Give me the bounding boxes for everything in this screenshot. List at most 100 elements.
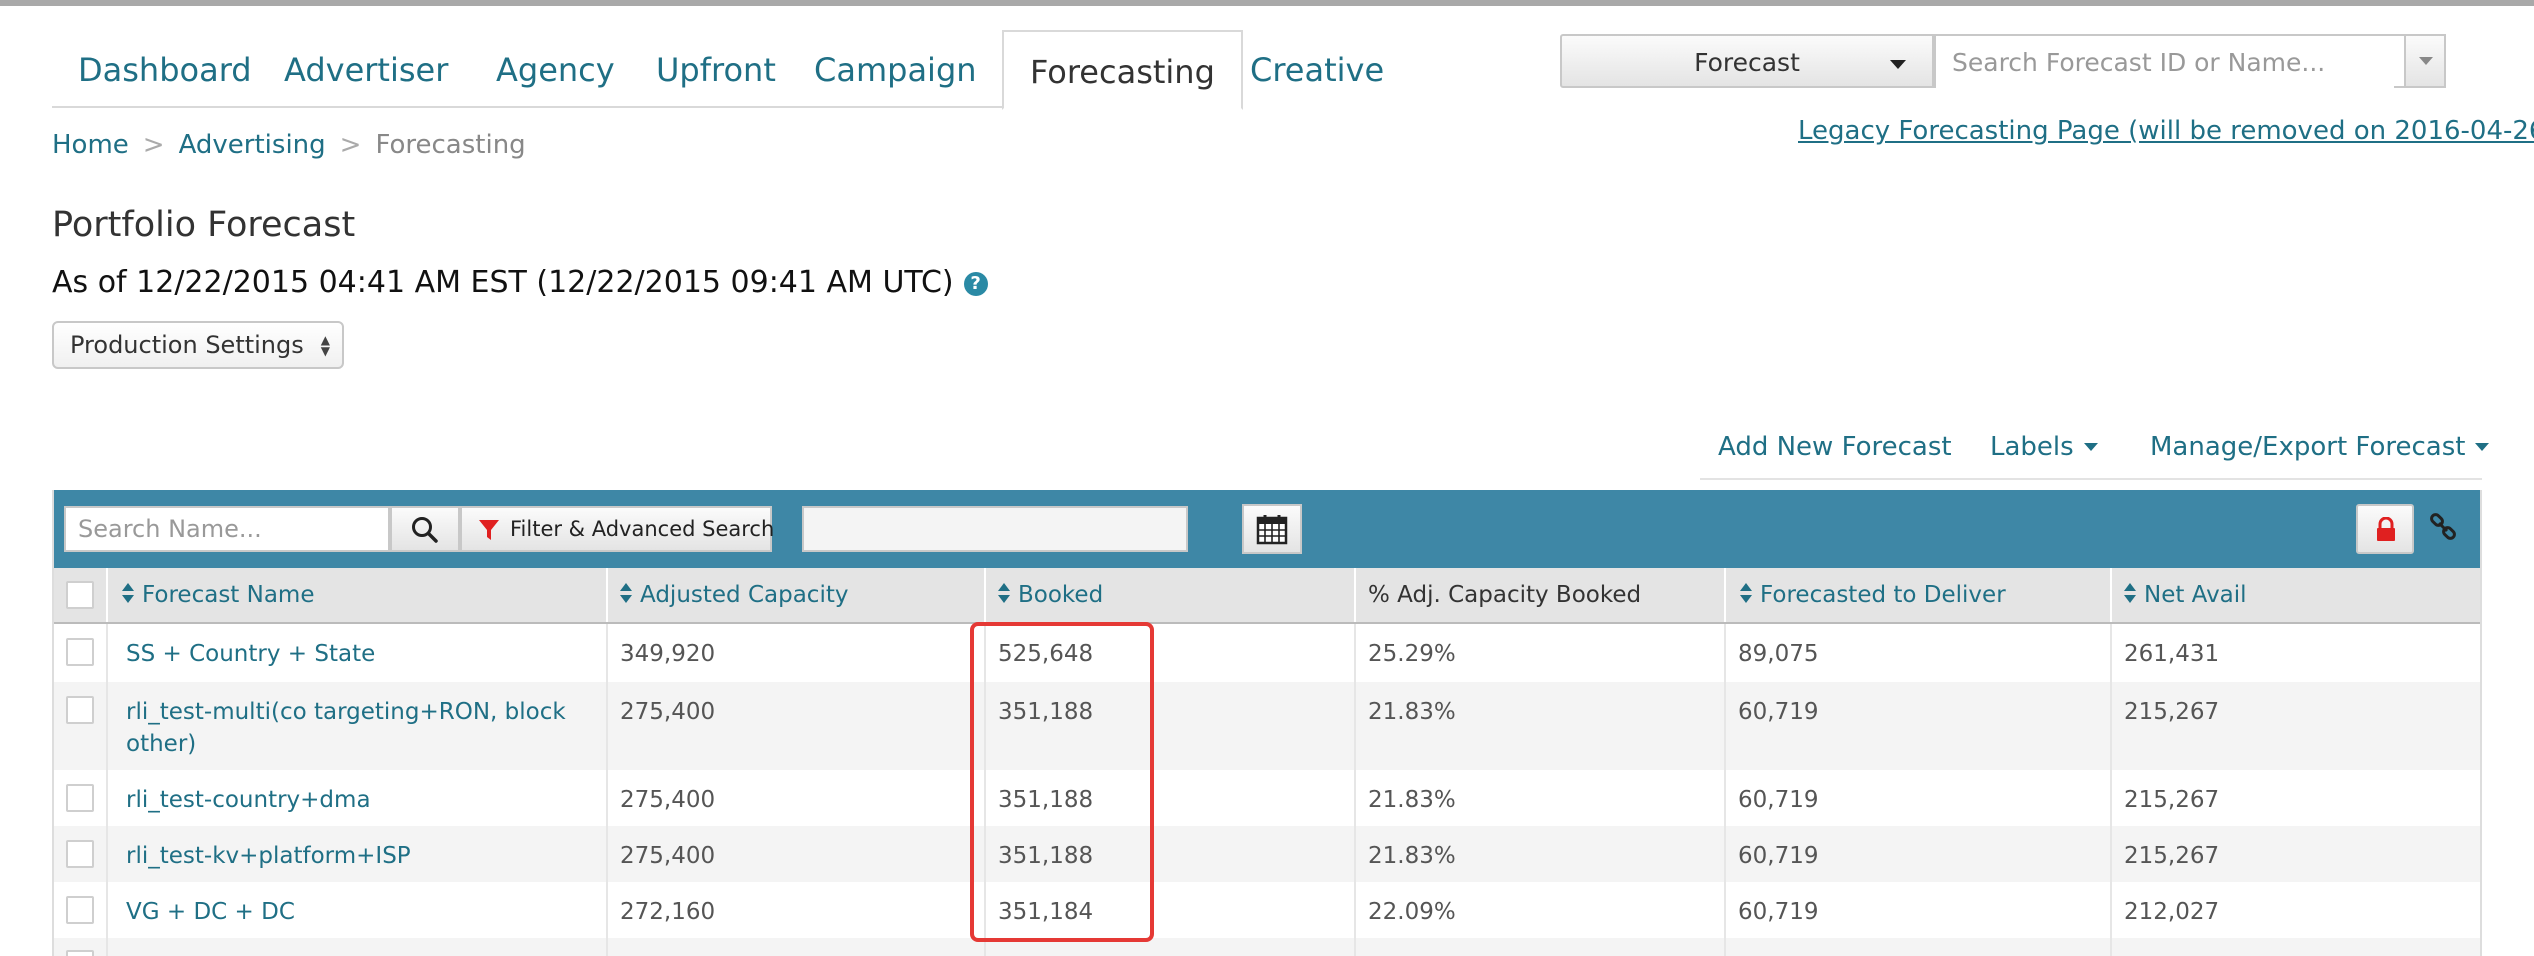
- grid-header: Forecast Name Adjusted Capacity Booked %…: [54, 568, 2480, 624]
- breadcrumb-current: Forecasting: [375, 130, 526, 160]
- tab-creative[interactable]: Creative: [1224, 30, 1410, 106]
- calendar-button[interactable]: [1242, 504, 1302, 554]
- search-scope-value: Forecast: [1694, 48, 1800, 77]
- top-border: [0, 0, 2534, 6]
- forecast-name-link[interactable]: rli_test-multi(co targeting+RON, block o…: [108, 682, 608, 770]
- row-checkbox[interactable]: [66, 638, 94, 666]
- labels-menu-label: Labels: [1990, 432, 2074, 462]
- updown-arrows-icon: ▲ ▼: [320, 333, 330, 358]
- tab-campaign[interactable]: Campaign: [788, 30, 1003, 106]
- sort-icon: [620, 582, 632, 605]
- breadcrumb-separator: >: [339, 130, 362, 160]
- adjusted-capacity-cell: 275,400: [608, 826, 986, 882]
- as-of-text: As of 12/22/2015 04:41 AM EST (12/22/201…: [52, 265, 954, 300]
- column-header-label: Forecast Name: [142, 582, 315, 608]
- column-header-label: Net Avail: [2144, 582, 2247, 608]
- labels-menu[interactable]: Labels: [1990, 432, 2098, 462]
- table-row: rli_test-country+dma 275,400 351,188 21.…: [54, 770, 2480, 826]
- empty-cell: [1726, 938, 2112, 956]
- sort-icon: [1740, 582, 1752, 605]
- breadcrumb-separator: >: [142, 130, 165, 160]
- as-of-line: As of 12/22/2015 04:41 AM EST (12/22/201…: [52, 265, 988, 300]
- date-range-input[interactable]: [802, 506, 1188, 552]
- forecast-search-box: [1934, 34, 2446, 88]
- column-header-net-avail[interactable]: Net Avail: [2112, 568, 2480, 622]
- row-checkbox[interactable]: [66, 950, 94, 956]
- forecasted-to-deliver-cell: 89,075: [1726, 624, 2112, 682]
- row-select-cell: [54, 770, 108, 826]
- link-icon[interactable]: [2428, 512, 2458, 542]
- calendar-icon: [1256, 515, 1288, 545]
- row-select-cell: [54, 826, 108, 882]
- table-row: [54, 938, 2480, 956]
- caret-down-icon: [1890, 60, 1906, 69]
- column-header-forecasted-to-deliver[interactable]: Forecasted to Deliver: [1726, 568, 2112, 622]
- search-dropdown-button[interactable]: [2404, 36, 2444, 86]
- row-select-cell: [54, 624, 108, 682]
- table-row: rli_test-multi(co targeting+RON, block o…: [54, 682, 2480, 770]
- adj-capacity-booked-cell: 21.83%: [1356, 770, 1726, 826]
- header-select-cell: [54, 568, 108, 622]
- net-avail-cell: 215,267: [2124, 699, 2220, 725]
- manage-export-menu[interactable]: Manage/Export Forecast: [2150, 432, 2490, 462]
- breadcrumb-home[interactable]: Home: [52, 130, 129, 160]
- grid-toolbar: Search Name... Filter & Advanced Search: [54, 490, 2480, 568]
- row-checkbox[interactable]: [66, 896, 94, 924]
- add-new-forecast-link[interactable]: Add New Forecast: [1718, 432, 1952, 462]
- manage-export-label: Manage/Export Forecast: [2150, 432, 2466, 462]
- lock-icon: [2377, 517, 2395, 541]
- filter-button-label: Filter & Advanced Search: [510, 517, 775, 541]
- search-button[interactable]: [390, 506, 460, 552]
- forecast-name-link[interactable]: rli_test-country+dma: [108, 770, 608, 826]
- adjusted-capacity-cell: 272,160: [608, 882, 986, 938]
- row-checkbox[interactable]: [66, 784, 94, 812]
- breadcrumb-advertising[interactable]: Advertising: [179, 130, 326, 160]
- forecasted-to-deliver-cell: 60,719: [1726, 770, 2112, 826]
- breadcrumb: Home > Advertising > Forecasting: [52, 130, 526, 160]
- forecast-search-input[interactable]: [1936, 36, 2394, 88]
- settings-select[interactable]: Production Settings ▲ ▼: [52, 321, 344, 369]
- forecasted-to-deliver-cell: 60,719: [1726, 882, 2112, 938]
- sort-icon: [122, 582, 134, 605]
- column-header-adj-capacity-booked: % Adj. Capacity Booked: [1356, 568, 1726, 622]
- row-checkbox[interactable]: [66, 696, 94, 724]
- sort-icon: [2124, 582, 2136, 605]
- forecasted-to-deliver-cell: 60,719: [1726, 682, 2112, 770]
- net-avail-cell: 212,027: [2124, 899, 2220, 925]
- forecast-name-link[interactable]: rli_test-kv+platform+ISP: [108, 826, 608, 882]
- filter-advanced-search-button[interactable]: Filter & Advanced Search: [460, 506, 775, 552]
- column-header-forecast-name[interactable]: Forecast Name: [108, 568, 608, 622]
- search-scope-select[interactable]: Forecast: [1560, 34, 1934, 88]
- select-all-checkbox[interactable]: [66, 581, 94, 609]
- column-header-adjusted-capacity[interactable]: Adjusted Capacity: [608, 568, 986, 622]
- caret-down-icon: [2475, 443, 2490, 451]
- tab-forecasting[interactable]: Forecasting: [1002, 30, 1243, 110]
- divider: [1700, 478, 2482, 480]
- empty-cell: [108, 938, 608, 956]
- caret-down-icon: [2083, 443, 2098, 451]
- legacy-forecasting-link[interactable]: Legacy Forecasting Page (will be removed…: [1798, 116, 2534, 146]
- tab-dashboard[interactable]: Dashboard: [52, 30, 278, 106]
- adj-capacity-booked-cell: 21.83%: [1356, 682, 1726, 770]
- forecasted-to-deliver-cell: 60,719: [1726, 826, 2112, 882]
- forecast-name-link[interactable]: SS + Country + State: [108, 624, 608, 682]
- adjusted-capacity-cell: 275,400: [608, 682, 986, 770]
- table-row: VG + DC + DC 272,160 351,184 22.09% 60,7…: [54, 882, 2480, 938]
- row-checkbox[interactable]: [66, 840, 94, 868]
- net-avail-cell: 215,267: [2124, 787, 2220, 813]
- lock-button[interactable]: [2356, 504, 2414, 554]
- column-header-booked[interactable]: Booked: [986, 568, 1356, 622]
- forecast-name-link[interactable]: VG + DC + DC: [108, 882, 608, 938]
- search-icon: [412, 517, 438, 543]
- help-icon[interactable]: ?: [963, 272, 988, 296]
- row-select-cell: [54, 938, 108, 956]
- column-header-label: Adjusted Capacity: [640, 582, 849, 608]
- table-row: SS + Country + State 349,920 525,648 25.…: [54, 624, 2480, 682]
- adj-capacity-booked-cell: 25.29%: [1356, 624, 1726, 682]
- name-search-input[interactable]: Search Name...: [64, 506, 390, 552]
- tab-advertiser[interactable]: Advertiser: [258, 30, 474, 106]
- tab-upfront[interactable]: Upfront: [630, 30, 802, 106]
- tab-agency[interactable]: Agency: [470, 30, 641, 106]
- column-header-label: Booked: [1018, 582, 1104, 608]
- empty-cell: [608, 938, 986, 956]
